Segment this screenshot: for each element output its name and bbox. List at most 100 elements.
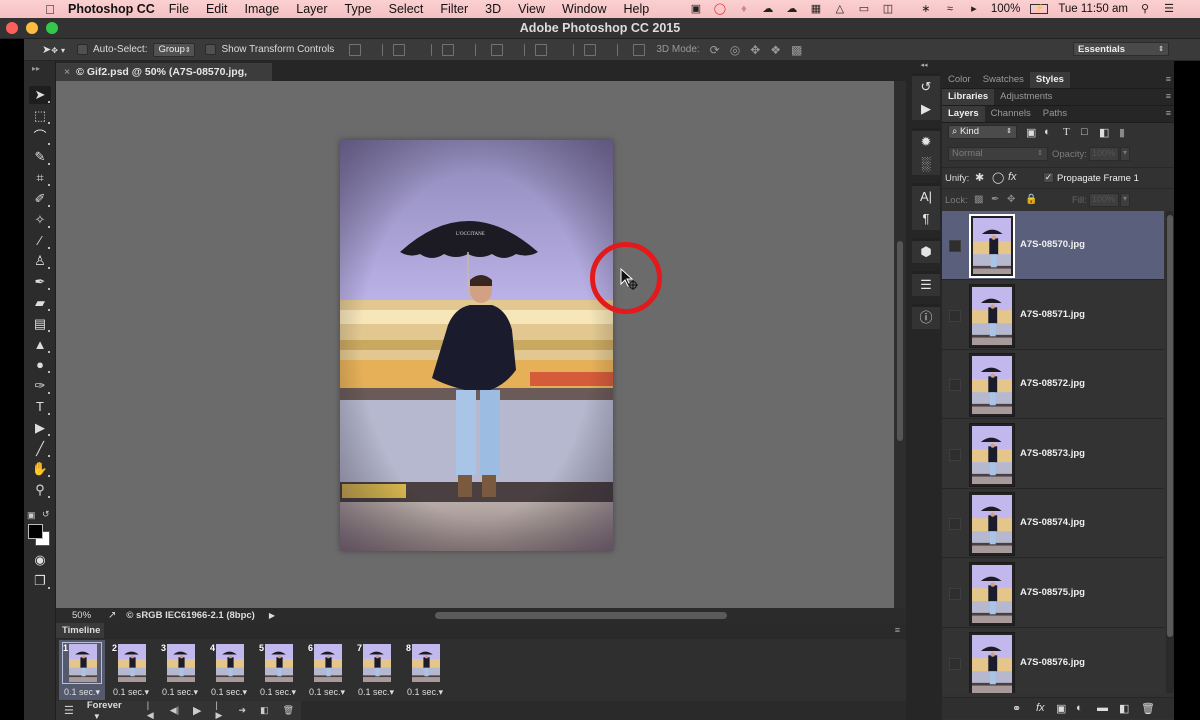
new-group-icon[interactable]: ▬ (1097, 702, 1108, 714)
menubar-clock[interactable]: Tue 11:50 am (1058, 3, 1128, 15)
cloud-icon[interactable]: ☁ (785, 3, 799, 15)
timeline-frame[interactable]: 2 0.1 sec.▾ (108, 640, 154, 700)
canvas-horizontal-scroll-thumb[interactable] (435, 612, 727, 619)
move-tool[interactable]: ➤ (29, 86, 51, 104)
link-layers-icon[interactable]: ⚭ (1012, 702, 1021, 715)
menu-app-name[interactable]: Photoshop CC (68, 2, 155, 16)
marquee-tool[interactable]: ⬚ (29, 107, 51, 125)
layer-row[interactable]: A7S-08572.jpg (942, 350, 1164, 420)
lock-transparent-pixels-icon[interactable]: ▩ (974, 194, 983, 205)
lock-image-pixels-icon[interactable]: ✒ (991, 194, 999, 205)
clone-stamp-tool[interactable]: ♙ (29, 252, 51, 270)
battery-icon[interactable]: ⚡ (1030, 4, 1049, 14)
layer-visibility-toggle[interactable] (949, 309, 961, 322)
layer-thumbnail[interactable] (969, 214, 1015, 278)
timeline-frame[interactable]: 3 0.1 sec.▾ (157, 640, 203, 700)
layer-row[interactable]: A7S-08573.jpg (942, 419, 1164, 489)
zoom-level[interactable]: 50% (72, 610, 108, 621)
3d-drag-icon[interactable]: ✥ (750, 43, 760, 57)
history-brush-tool[interactable]: ✒ (29, 273, 51, 291)
delete-frame-icon[interactable]: 🗑 (283, 705, 294, 716)
align-bottom-edges-icon[interactable] (393, 43, 406, 56)
opacity-field[interactable]: 100% (1089, 147, 1119, 161)
unify-position-icon[interactable]: ✱ (975, 171, 984, 184)
delete-layer-icon[interactable]: 🗑 (1141, 702, 1155, 715)
notification-icon[interactable]: ♦ (737, 3, 751, 15)
bluetooth-icon[interactable]: ∗ (919, 3, 933, 15)
blur-tool[interactable]: ▲ (29, 336, 51, 354)
show-transform-controls-checkbox[interactable] (205, 44, 217, 55)
hand-tool[interactable]: ✋ (29, 460, 51, 478)
layer-row[interactable]: A7S-08575.jpg (942, 559, 1164, 628)
frame-thumbnail[interactable] (118, 644, 146, 682)
previous-frame-icon[interactable]: ◀| (170, 705, 179, 716)
menu-help[interactable]: Help (624, 2, 650, 16)
auto-align-layers-icon[interactable] (633, 43, 646, 56)
filter-toggle-icon[interactable]: ▮ (1119, 126, 1125, 139)
layer-visibility-toggle[interactable] (949, 240, 961, 252)
document-tab[interactable]: ×© Gif2.psd @ 50% (A7S-08570.jpg, RGB/8) (56, 63, 272, 96)
tab-libraries[interactable]: Libraries (942, 89, 995, 105)
volume-icon[interactable]: ▸ (967, 3, 981, 15)
filter-type-layers-icon[interactable]: T (1063, 126, 1070, 138)
timeline-frame[interactable]: 7 0.1 sec.▾ (353, 640, 399, 700)
align-right-edges-icon[interactable] (464, 43, 477, 56)
panels-collapse-bar[interactable] (942, 61, 1174, 72)
menu-select[interactable]: Select (389, 2, 424, 16)
gradient-tool[interactable]: ▤ (29, 315, 51, 333)
frame-thumbnail[interactable] (314, 644, 342, 682)
timeline-frame[interactable]: 4 0.1 sec.▾ (206, 640, 252, 700)
fill-field[interactable]: 100% (1089, 193, 1119, 207)
frame-delay-dropdown[interactable]: 0.1 sec.▾ (255, 687, 301, 698)
blend-mode-dropdown[interactable]: Normal ⇕ (948, 147, 1048, 161)
layer-visibility-toggle[interactable] (949, 448, 961, 461)
screen-mode-icon[interactable]: ❐ (29, 572, 51, 590)
layer-visibility-toggle[interactable] (949, 518, 961, 531)
timeline-frame[interactable]: 1 0.1 sec.▾ (59, 640, 105, 700)
layer-visibility-toggle[interactable] (949, 588, 961, 600)
tab-paths[interactable]: Paths (1037, 106, 1073, 122)
layer-thumbnail[interactable] (969, 562, 1015, 626)
tab-layers[interactable]: Layers (942, 106, 985, 122)
default-colors-icon[interactable]: ▣ (27, 510, 36, 521)
menu-view[interactable]: View (518, 2, 545, 16)
healing-brush-tool[interactable]: ✧ (29, 211, 51, 229)
layers-scrollbar[interactable] (1166, 211, 1174, 693)
creative-cloud-icon[interactable]: ☁ (761, 3, 775, 15)
foreground-color-swatch[interactable] (28, 524, 43, 539)
canvas-vertical-scrollbar[interactable] (894, 81, 906, 608)
first-frame-icon[interactable]: |◀ (147, 700, 156, 720)
timeline-frame[interactable]: 8 0.1 sec.▾ (402, 640, 448, 700)
layer-row[interactable]: A7S-08576.jpg (942, 628, 1164, 693)
filter-pixel-layers-icon[interactable]: ▣ (1026, 126, 1036, 139)
binoculars-icon[interactable]: ◫ (881, 3, 895, 15)
apple-menu-icon[interactable]:  (40, 2, 60, 17)
frame-delay-dropdown[interactable]: 0.1 sec.▾ (206, 687, 252, 698)
3d-scale-icon[interactable]: ▩ (791, 43, 802, 57)
brush-tool[interactable]: ∕ (29, 232, 51, 250)
layer-row[interactable]: A7S-08570.jpg (942, 211, 1164, 280)
menu-filter[interactable]: Filter (440, 2, 468, 16)
layer-visibility-toggle[interactable] (949, 657, 961, 670)
brush-presets-icon[interactable]: ✹ (912, 131, 940, 153)
character-icon[interactable]: A| (912, 186, 940, 208)
menu-image[interactable]: Image (245, 2, 280, 16)
tab-adjustments[interactable]: Adjustments (994, 89, 1058, 105)
screen-record-icon[interactable]: ▣ (689, 3, 703, 15)
frame-delay-dropdown[interactable]: 0.1 sec.▾ (59, 687, 105, 698)
histogram-icon[interactable]: ░ (912, 153, 940, 175)
tween-icon[interactable]: ➜ (239, 705, 247, 716)
layer-name[interactable]: A7S-08571.jpg (1020, 309, 1085, 320)
filter-smart-objects-icon[interactable]: ◧ (1099, 126, 1109, 139)
layer-row[interactable]: A7S-08571.jpg (942, 280, 1164, 350)
layers-scroll-thumb[interactable] (1167, 215, 1173, 637)
zoom-tool[interactable]: ⚲ (29, 481, 51, 499)
tool-preset-picker[interactable]: ➤✥ ▾ (42, 43, 65, 56)
distribute-horizontal-centers-icon[interactable] (584, 43, 597, 56)
wifi-icon[interactable]: ≈ (943, 3, 957, 15)
duplicate-frame-icon[interactable]: ◧ (260, 705, 269, 716)
workspace-switcher[interactable]: Essentials ⇕ (1073, 42, 1169, 56)
canvas-vertical-scroll-thumb[interactable] (897, 241, 903, 441)
next-frame-icon[interactable]: |▶ (216, 700, 225, 720)
lasso-tool[interactable]: ⌒ (29, 128, 51, 146)
